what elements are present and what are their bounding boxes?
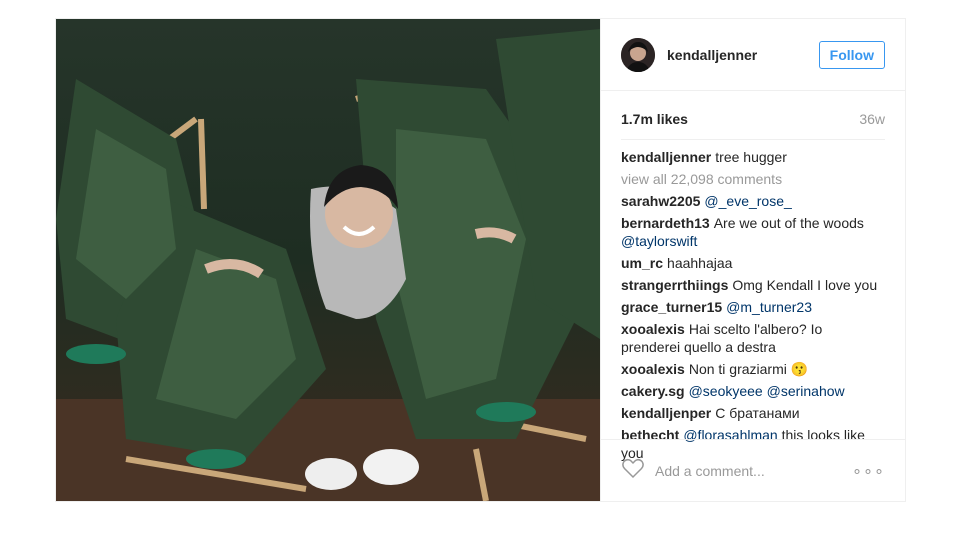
caption-username[interactable]: kendalljenner <box>621 149 711 165</box>
comment-username[interactable]: sarahw2205 <box>621 193 700 209</box>
post-age[interactable]: 36w <box>859 111 885 127</box>
comment-text: Omg Kendall I love you <box>732 277 878 293</box>
view-all-comments-link[interactable]: view all 22,098 comments <box>621 170 885 188</box>
caption: kendalljenner tree hugger <box>621 148 885 166</box>
post-username[interactable]: kendalljenner <box>667 47 819 63</box>
comment: strangerrthiings Omg Kendall I love you <box>621 276 885 294</box>
add-comment-input[interactable]: Add a comment... <box>655 463 852 479</box>
christmas-trees-photo <box>56 19 600 501</box>
comment: xooalexis Hai scelto l'albero? Io prender… <box>621 320 885 356</box>
like-button[interactable] <box>621 457 645 484</box>
comment-mention[interactable]: @_eve_rose_ <box>704 193 791 209</box>
comment: kendalljenper С братанами <box>621 404 885 422</box>
post-photo[interactable] <box>56 19 600 501</box>
comment-username[interactable]: xooalexis <box>621 361 685 377</box>
comment-text: С братанами <box>715 405 800 421</box>
heart-icon <box>622 458 644 479</box>
comment-username[interactable]: kendalljenper <box>621 405 711 421</box>
comment-text: Non ti graziarmi 😗 <box>688 361 809 377</box>
caption-text: tree hugger <box>715 149 787 165</box>
comment: bernardeth13 Are we out of the woods @tay… <box>621 214 885 250</box>
comment-mention[interactable]: @taylorswift <box>621 233 697 249</box>
comment: grace_turner15 @m_turner23 <box>621 298 885 316</box>
follow-button[interactable]: Follow <box>818 40 885 69</box>
comment-text: Are we out of the woods <box>713 215 864 231</box>
comment-text: haahhajaa <box>667 255 733 271</box>
likes-count[interactable]: 1.7m likes <box>621 111 688 127</box>
post-sidebar: kendalljenner Follow 1.7m likes 36w kend… <box>600 19 905 501</box>
comment: cakery.sg @seokyeee @serinahow <box>621 382 885 400</box>
comment-username[interactable]: um_rc <box>621 255 663 271</box>
comment-username[interactable]: cakery.sg <box>621 383 685 399</box>
comment-username[interactable]: strangerrthiings <box>621 277 728 293</box>
comment-username[interactable]: grace_turner15 <box>621 299 722 315</box>
instagram-post: kendalljenner Follow 1.7m likes 36w kend… <box>55 18 906 502</box>
comment-username[interactable]: bernardeth13 <box>621 215 710 231</box>
comment: xooalexis Non ti graziarmi 😗 <box>621 360 885 378</box>
comment: um_rc haahhajaa <box>621 254 885 272</box>
comment-mention[interactable]: @seokyeee @serinahow <box>689 383 845 399</box>
post-stats: 1.7m likes 36w <box>601 99 905 139</box>
comments-list: kendalljenner tree hugger view all 22,098… <box>601 140 905 462</box>
comment-mention[interactable]: @m_turner23 <box>726 299 812 315</box>
more-options-icon[interactable]: ∘∘∘ <box>852 461 885 481</box>
comment-username[interactable]: xooalexis <box>621 321 685 337</box>
profile-photo-icon <box>621 37 655 72</box>
post-footer: Add a comment... ∘∘∘ <box>601 439 905 501</box>
avatar[interactable] <box>621 37 655 72</box>
comment: sarahw2205 @_eve_rose_ <box>621 192 885 210</box>
post-header: kendalljenner Follow <box>601 19 905 91</box>
